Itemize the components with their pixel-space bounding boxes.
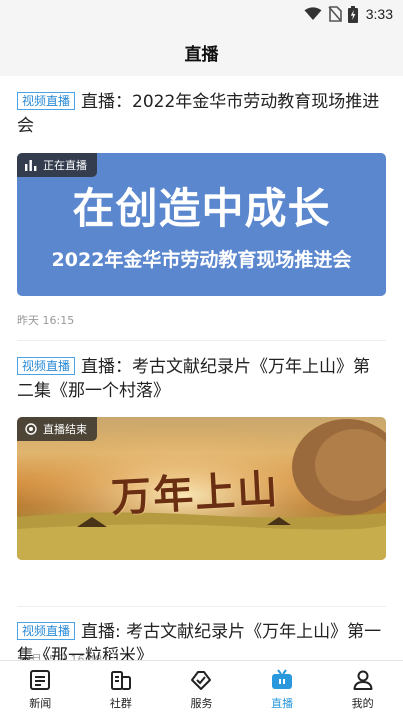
live-card[interactable]: 视频直播 直播: 考古文献纪录片《万年上山》第一集《那一粒稻米》: [17, 620, 386, 660]
tab-live[interactable]: 直播: [242, 661, 323, 716]
status-bar: 3:33: [0, 0, 403, 28]
divider: [17, 606, 386, 607]
wifi-icon: [304, 7, 322, 20]
live-card[interactable]: 视频直播 直播：考古文献纪录片《万年上山》第二集《那一个村落》: [17, 355, 386, 403]
status-time: 3:33: [365, 6, 393, 22]
tab-label: 直播: [271, 697, 294, 710]
live-thumbnail[interactable]: 正在直播 在创造中成长 2022年金华市劳动教育现场推进会: [17, 153, 386, 296]
video-live-tag: 视频直播: [17, 92, 76, 110]
no-sim-icon: [328, 6, 342, 22]
status-icons: 3:33: [304, 4, 393, 24]
tab-label: 我的: [351, 697, 374, 710]
thumbnail-headline: 在创造中成长: [72, 184, 331, 233]
live-tv-icon: [272, 669, 293, 689]
tab-community[interactable]: 社群: [81, 661, 162, 716]
live-card-title[interactable]: 视频直播 直播：考古文献纪录片《万年上山》第二集《那一个村落》: [17, 355, 386, 403]
live-status-text: 正在直播: [43, 159, 87, 172]
live-card-time: 昨天 16:15: [17, 314, 75, 327]
live-feed[interactable]: 视频直播 直播：2022年金华市劳动教育现场推进会 正在直播 在创造中成长 202…: [0, 76, 403, 660]
thumbnail-subtitle: 2022年金华市劳动教育现场推进会: [51, 249, 352, 271]
live-card[interactable]: 视频直播 直播：2022年金华市劳动教育现场推进会: [17, 90, 386, 138]
divider: [17, 340, 386, 341]
live-status-badge: 正在直播: [17, 153, 97, 177]
tab-label: 社群: [109, 697, 132, 710]
record-icon: [25, 423, 37, 435]
profile-icon: [353, 670, 373, 690]
tab-news[interactable]: 新闻: [0, 661, 81, 716]
video-live-tag: 视频直播: [17, 357, 76, 375]
news-icon: [30, 670, 51, 690]
thumbnail-calligraphy: 万年上山: [110, 465, 281, 522]
live-status-badge: 直播结束: [17, 417, 97, 441]
tab-service[interactable]: 服务: [161, 661, 242, 716]
live-card-title[interactable]: 视频直播 直播：2022年金华市劳动教育现场推进会: [17, 90, 386, 138]
page-title: 直播: [184, 44, 219, 65]
video-live-tag: 视频直播: [17, 622, 76, 640]
tab-profile[interactable]: 我的: [322, 661, 403, 716]
service-icon: [191, 671, 212, 690]
bottom-tab-bar: 新闻 社群 服务 直播 我的: [0, 660, 403, 716]
tab-label: 服务: [190, 697, 213, 710]
tab-label: 新闻: [29, 697, 52, 710]
header: 直播: [0, 28, 403, 76]
live-thumbnail[interactable]: 直播结束 万年上山: [17, 417, 386, 560]
live-card-title[interactable]: 视频直播 直播: 考古文献纪录片《万年上山》第一集《那一粒稻米》: [17, 620, 386, 660]
bar-chart-icon: [25, 159, 37, 171]
live-status-text: 直播结束: [43, 423, 87, 436]
community-icon: [110, 671, 131, 690]
battery-charging-icon: [347, 5, 358, 23]
